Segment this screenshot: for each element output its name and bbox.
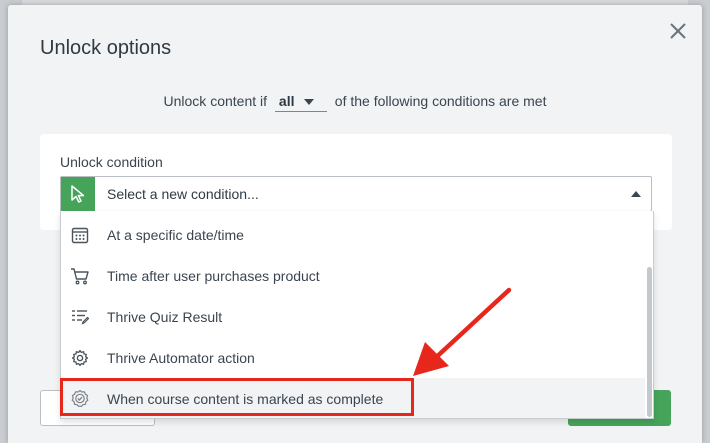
- dropdown-scrollbar[interactable]: [647, 267, 652, 417]
- unlock-rule-selected: all: [278, 93, 295, 109]
- condition-label: Unlock condition: [60, 154, 163, 170]
- dropdown-item-label: Time after user purchases product: [107, 267, 320, 284]
- cursor-pointer-icon: [61, 177, 95, 211]
- unlock-rule-suffix: of the following conditions are met: [334, 93, 547, 109]
- dropdown-item-date-time[interactable]: At a specific date/time: [61, 214, 645, 255]
- dropdown-item-label: Thrive Automator action: [107, 349, 255, 366]
- calendar-icon: [70, 225, 90, 245]
- dropdown-item-label: Thrive Quiz Result: [107, 308, 223, 325]
- dropdown-item-thrive-automator[interactable]: Thrive Automator action: [61, 337, 645, 378]
- dropdown-item-label: When course content is marked as complet…: [107, 390, 384, 407]
- dropdown-item-time-after-purchase[interactable]: Time after user purchases product: [61, 255, 645, 296]
- chevron-down-icon: [304, 99, 315, 106]
- dropdown-item-label: At a specific date/time: [107, 226, 244, 243]
- close-button[interactable]: [668, 21, 688, 41]
- close-icon: [670, 23, 686, 39]
- chevron-up-icon: [631, 191, 641, 197]
- badge-check-icon: [70, 389, 90, 409]
- unlock-rule-line: Unlock content if all of the following c…: [8, 93, 702, 112]
- unlock-rule-prefix: Unlock content if: [163, 93, 268, 109]
- dropdown-item-course-content-complete[interactable]: When course content is marked as complet…: [61, 378, 645, 418]
- quiz-list-icon: [70, 307, 90, 327]
- cart-icon: [70, 266, 90, 286]
- dropdown-item-thrive-quiz[interactable]: Thrive Quiz Result: [61, 296, 645, 337]
- gear-icon: [70, 348, 90, 368]
- condition-select-placeholder: Select a new condition...: [107, 186, 259, 202]
- modal-title: Unlock options: [40, 37, 172, 59]
- condition-select[interactable]: Select a new condition...: [60, 176, 652, 212]
- unlock-rule-select[interactable]: all: [274, 93, 327, 112]
- condition-dropdown-list: At a specific date/time Time after user …: [60, 211, 654, 419]
